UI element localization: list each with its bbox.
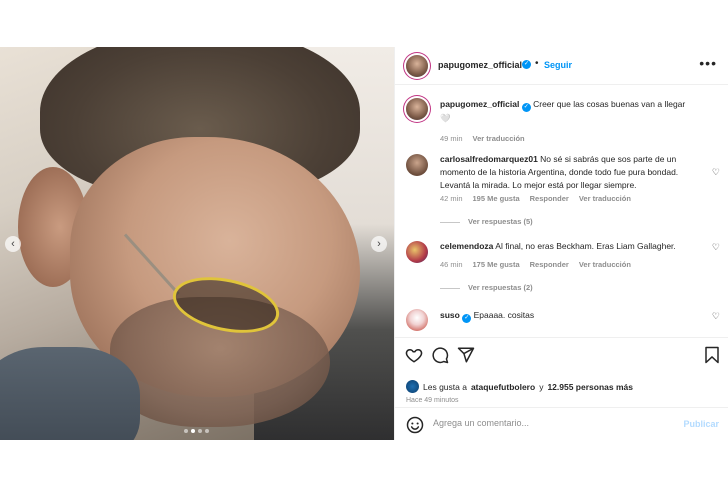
caption-time[interactable]: 49 min bbox=[440, 134, 463, 143]
caption: papugomez_official ✓ Creer que las cosas… bbox=[395, 94, 728, 144]
instagram-post: ‹ › papugomez_official ✓ • Seguir ••• pa… bbox=[0, 47, 728, 440]
comment-likes[interactable]: 175 Me gusta bbox=[473, 260, 520, 269]
caption-text: papugomez_official ✓ Creer que las cosas… bbox=[440, 98, 708, 125]
post-image[interactable]: ‹ › bbox=[0, 47, 394, 440]
carousel-dot bbox=[198, 429, 202, 433]
more-options-icon[interactable]: ••• bbox=[699, 55, 717, 71]
view-replies-label: Ver respuestas (5) bbox=[468, 217, 533, 226]
verified-badge-icon: ✓ bbox=[521, 103, 531, 112]
carousel-dot-active bbox=[191, 429, 195, 433]
likes-connector: y bbox=[539, 381, 544, 392]
comment-text: suso ✓ Epaaaa. cositas bbox=[440, 309, 708, 323]
comment-time[interactable]: 42 min bbox=[440, 194, 463, 203]
view-replies-button[interactable]: Ver respuestas (5) bbox=[440, 217, 533, 226]
comment-reply-button[interactable]: Responder bbox=[530, 260, 569, 269]
verified-badge-icon: ✓ bbox=[522, 60, 531, 69]
comment-meta: 42 min 195 Me gusta Responder Ver traduc… bbox=[440, 194, 631, 203]
comment-item: carlosalfredomarquez01 No sé si sabrás q… bbox=[395, 150, 728, 240]
liker-username[interactable]: ataquefutbolero bbox=[471, 382, 535, 392]
carousel-prev-button[interactable]: ‹ bbox=[5, 236, 21, 252]
caption-meta: 49 min Ver traducción bbox=[440, 134, 525, 143]
caption-translate-link[interactable]: Ver traducción bbox=[473, 134, 525, 143]
commenter-avatar[interactable] bbox=[406, 241, 428, 263]
carousel-dot bbox=[205, 429, 209, 433]
comment-body: Al final, no eras Beckham. Eras Liam Gal… bbox=[495, 241, 676, 251]
comment-like-heart-icon[interactable]: ♡ bbox=[712, 242, 720, 253]
publish-button[interactable]: Publicar bbox=[683, 419, 719, 429]
commenter-avatar[interactable] bbox=[406, 309, 428, 331]
comment-input[interactable] bbox=[433, 418, 673, 428]
author-username[interactable]: papugomez_official bbox=[438, 60, 522, 70]
likes-prefix: Les gusta a bbox=[423, 381, 467, 392]
verified-badge-icon: ✓ bbox=[462, 314, 472, 323]
comment-body: Epaaaa. cositas bbox=[473, 310, 535, 320]
bookmark-icon[interactable] bbox=[703, 346, 721, 364]
caption-avatar[interactable] bbox=[406, 98, 428, 120]
carousel-dots bbox=[184, 429, 209, 433]
carousel-next-button[interactable]: › bbox=[371, 236, 387, 252]
comment-text: carlosalfredomarquez01 No sé si sabrás q… bbox=[440, 153, 708, 192]
replies-line bbox=[440, 287, 460, 289]
commenter-username[interactable]: celemendoza bbox=[440, 241, 493, 251]
comment-text: celemendoza Al final, no eras Beckham. E… bbox=[440, 240, 708, 253]
author-avatar[interactable] bbox=[406, 55, 428, 77]
carousel-dot bbox=[184, 429, 188, 433]
comment-icon[interactable] bbox=[431, 346, 449, 364]
white-heart-emoji: 🤍 bbox=[440, 113, 451, 123]
liker-avatar[interactable] bbox=[406, 380, 419, 393]
add-comment-bar: Publicar bbox=[395, 407, 728, 440]
header-separator: • bbox=[535, 58, 539, 69]
comment-time[interactable]: 46 min bbox=[440, 260, 463, 269]
follow-button[interactable]: Seguir bbox=[544, 60, 572, 70]
comment-like-heart-icon[interactable]: ♡ bbox=[712, 311, 720, 322]
comment-meta: 46 min 175 Me gusta Responder Ver traduc… bbox=[440, 260, 631, 269]
comment-translate-link[interactable]: Ver traducción bbox=[579, 260, 631, 269]
commenter-avatar[interactable] bbox=[406, 154, 428, 176]
comment-item: suso ✓ Epaaaa. cositas ♡ bbox=[395, 308, 728, 336]
comments-list[interactable]: papugomez_official ✓ Creer que las cosas… bbox=[395, 86, 728, 336]
like-heart-icon[interactable] bbox=[405, 346, 423, 364]
comment-like-heart-icon[interactable]: ♡ bbox=[712, 167, 720, 178]
emoji-icon[interactable] bbox=[406, 416, 424, 434]
shirt bbox=[0, 347, 140, 440]
likes-summary: Les gusta a ataquefutbolero y 12.955 per… bbox=[406, 380, 633, 393]
post-timestamp[interactable]: Hace 49 minutos bbox=[406, 397, 459, 404]
send-icon[interactable] bbox=[457, 346, 475, 364]
comment-item: celemendoza Al final, no eras Beckham. E… bbox=[395, 240, 728, 306]
comment-reply-button[interactable]: Responder bbox=[530, 194, 569, 203]
commenter-username[interactable]: suso bbox=[440, 310, 460, 320]
comment-translate-link[interactable]: Ver traducción bbox=[579, 194, 631, 203]
view-replies-label: Ver respuestas (2) bbox=[468, 283, 533, 292]
post-header: papugomez_official ✓ • Seguir ••• bbox=[395, 47, 728, 85]
caption-body: Creer que las cosas buenas van a llegar bbox=[533, 99, 686, 109]
commenter-username[interactable]: carlosalfredomarquez01 bbox=[440, 154, 538, 164]
post-side-panel: papugomez_official ✓ • Seguir ••• papugo… bbox=[394, 47, 728, 440]
comment-likes[interactable]: 195 Me gusta bbox=[473, 194, 520, 203]
replies-line bbox=[440, 221, 460, 223]
view-replies-button[interactable]: Ver respuestas (2) bbox=[440, 283, 533, 292]
caption-username[interactable]: papugomez_official bbox=[440, 99, 519, 109]
likes-count[interactable]: 12.955 personas más bbox=[547, 382, 633, 392]
